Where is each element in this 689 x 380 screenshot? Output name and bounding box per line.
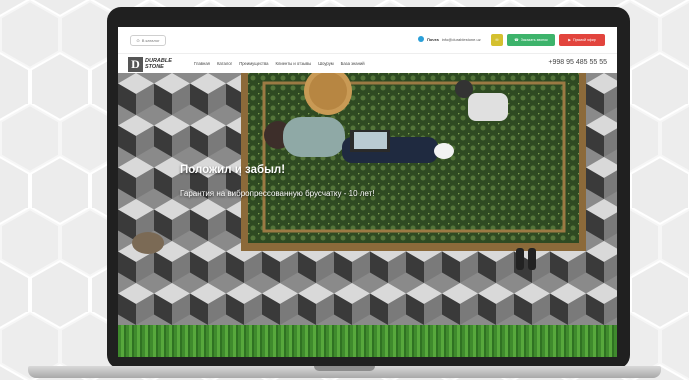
live-stream-button[interactable]: ▶ Прямой эфир (559, 34, 605, 46)
video-icon: ▶ (568, 38, 571, 42)
back-to-catalog-button[interactable]: ⊙ В каталог (130, 35, 166, 46)
hero-subtitle: Гарантия на вибропрессованную брусчатку … (180, 189, 375, 198)
top-bar: ⊙ В каталог Почта info@durablestone.uz ✉… (118, 27, 617, 53)
logo-line-2: STONE (145, 63, 164, 70)
nav-item-advantages[interactable]: Преимущества (239, 61, 268, 66)
logo-mark: D (128, 57, 143, 72)
laptop-notch (314, 366, 375, 371)
contact-label: Почта (427, 36, 439, 42)
mail-icon: ✉ (495, 38, 499, 42)
hero-title: Положил и забыл! (180, 164, 286, 176)
nav-item-showroom[interactable]: Шоурум (318, 61, 333, 66)
nav-item-home[interactable]: Главная (194, 61, 210, 66)
logo-text: DURABLE STONE (145, 58, 172, 70)
hero-background-image (118, 73, 617, 357)
nav-links: Главная Каталог Преимущества Клиенты и о… (194, 61, 365, 66)
logo[interactable]: D DURABLE STONE (128, 57, 172, 72)
phone-number[interactable]: +998 95 485 55 55 (548, 59, 607, 66)
telegram-icon[interactable] (418, 36, 424, 42)
main-navigation: D DURABLE STONE Главная Каталог Преимуще… (118, 53, 617, 74)
nav-item-clients-reviews[interactable]: Клиенты и отзывы (275, 61, 311, 66)
nav-item-catalog[interactable]: Каталог (217, 61, 232, 66)
contact-info: Почта info@durablestone.uz (418, 36, 481, 42)
back-button-label: В каталог (141, 38, 160, 43)
laptop-screen: ⊙ В каталог Почта info@durablestone.uz ✉… (118, 27, 617, 357)
request-call-button[interactable]: ☎ Заказать звонок (507, 34, 555, 46)
back-arrow-icon: ⊙ (136, 38, 140, 43)
contact-email[interactable]: info@durablestone.uz (442, 37, 481, 42)
grass-strip (118, 325, 617, 357)
request-call-label: Заказать звонок (520, 38, 548, 42)
hero-banner: Положил и забыл! Гарантия на вибропрессо… (118, 73, 617, 357)
mail-button[interactable]: ✉ (491, 34, 503, 46)
nav-item-knowledge-base[interactable]: База знаний (341, 61, 365, 66)
live-stream-label: Прямой эфир (573, 38, 596, 42)
phone-icon: ☎ (514, 38, 519, 42)
